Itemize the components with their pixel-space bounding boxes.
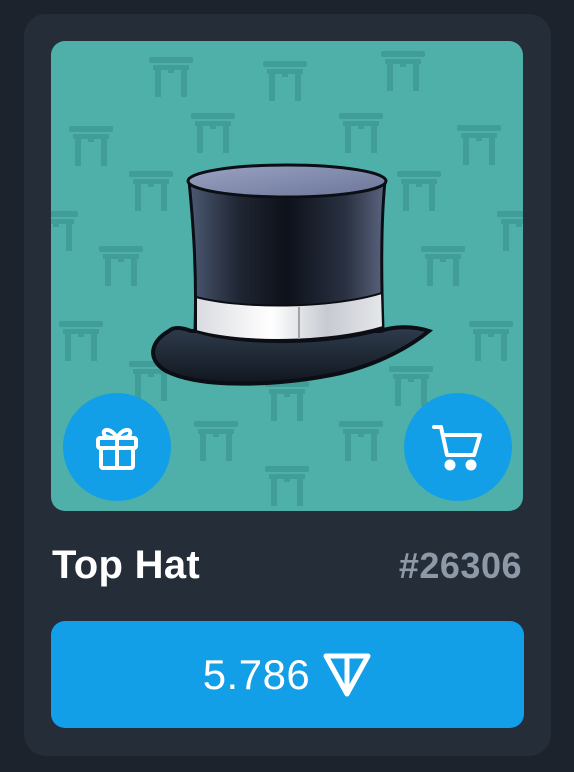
ton-diamond-icon	[323, 653, 371, 696]
cart-button[interactable]	[404, 393, 512, 501]
cart-icon	[432, 425, 482, 471]
item-number: #26306	[398, 545, 522, 586]
item-title: Top Hat	[52, 543, 200, 587]
gift-icon	[96, 427, 138, 470]
gift-button[interactable]	[63, 393, 171, 501]
price-label: 5.786	[202, 650, 311, 698]
buy-button[interactable]: 5.786	[51, 621, 524, 728]
